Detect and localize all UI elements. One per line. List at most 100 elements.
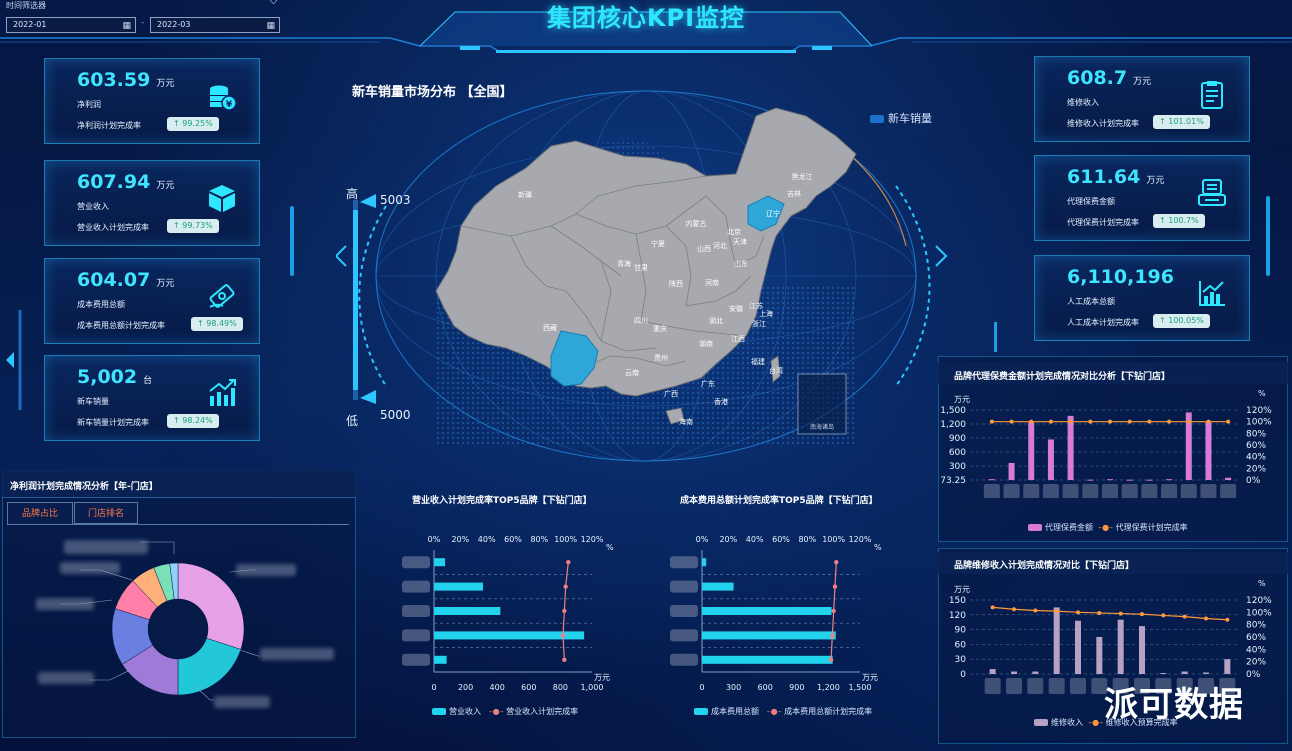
legend-line-icon: –●–	[1098, 523, 1114, 532]
bar	[1087, 479, 1094, 481]
kpi-unit: 万元	[1146, 176, 1165, 186]
rate-point	[834, 560, 839, 565]
insurance-title: 品牌代理保费金额计划完成情况对比分析【下钻门店】	[954, 372, 1171, 382]
kpi-value: 6,110,196	[1067, 266, 1174, 288]
top-axis-unit: %	[874, 543, 882, 552]
redacted-label	[214, 696, 270, 708]
bar	[1008, 462, 1015, 480]
legend-line-icon: –●–	[1088, 718, 1104, 727]
kpi-card-revenue[interactable]: 607.94 万元 营业收入 营业收入计划完成率 ↑ 99.73%	[44, 160, 260, 246]
kpi-card-net-profit[interactable]: 603.59 万元 净利润 净利润计划完成率 ↑ 99.25% ¥	[44, 58, 260, 144]
x-axis-tick: 300	[726, 683, 741, 692]
revenue-top5-chart[interactable]: 0% 20% 40% 60% 80% 100% 120%% 0 200 400 600 800 1,00…	[400, 528, 640, 700]
redacted-x-label	[1121, 484, 1138, 498]
tab-brand-share[interactable]: 品牌占比	[7, 502, 73, 524]
rate-point	[1140, 612, 1144, 617]
bar	[988, 479, 995, 481]
legend-label: 成本费用总额计划完成率	[784, 707, 873, 716]
y-axis-unit: 万元	[954, 585, 970, 594]
y2-axis-tick: 0%	[1246, 476, 1261, 486]
rate-point	[1012, 607, 1016, 612]
x-axis-tick: 0	[699, 683, 704, 692]
y-axis-tick: 73.25	[940, 476, 966, 486]
kpi-value: 607.94	[77, 171, 151, 193]
legend-label: 营业收入计划完成率	[506, 707, 579, 716]
side-decoration-left	[6, 310, 22, 410]
china-sales-map[interactable]: 南海诸岛 新疆 西藏 青海 甘肃 内蒙古 宁夏 陕西 四川 重庆 云南 贵州 广…	[336, 86, 956, 466]
x-axis-tick: 1,500	[849, 683, 872, 692]
filter-label: 时间筛选器	[6, 1, 46, 10]
y-axis-tick: 1,500	[940, 406, 966, 416]
cost-top5-legend: 成本费用总额 –●– 成本费用总额计划完成率	[694, 706, 872, 717]
svg-text:广东: 广东	[701, 379, 715, 388]
redacted-category-label	[670, 580, 698, 593]
svg-text:陕西: 陕西	[669, 279, 683, 288]
svg-text:吉林: 吉林	[787, 189, 801, 198]
redacted-x-label	[1006, 678, 1022, 694]
redacted-label	[60, 562, 120, 574]
legend-line-icon: –●–	[766, 707, 782, 716]
clipboard-icon	[1201, 81, 1223, 109]
map-scale[interactable]: 高 低 5003 5000	[340, 180, 420, 430]
kpi-card-labor-cost[interactable]: 6,110,196 人工成本总额 人工成本计划完成率 ↑ 100.05%	[1034, 255, 1250, 341]
chevron-right-icon[interactable]	[935, 245, 948, 267]
bar	[1096, 637, 1103, 674]
y2-axis-tick: 60%	[1246, 441, 1266, 451]
svg-text:云南: 云南	[625, 368, 639, 377]
chart-up-icon	[1199, 281, 1225, 306]
redacted-label	[38, 672, 94, 684]
kpi-value: 5,002	[77, 366, 138, 388]
date-end-input[interactable]: 2022-03 ▦	[150, 17, 280, 33]
insurance-chart[interactable]: 万元% 73.25 300 600 900 1,200 1,500 0% 20%40% 60% 80…	[940, 388, 1286, 498]
rate-point	[828, 657, 834, 662]
y2-axis-tick: 100%	[1246, 418, 1272, 428]
bar	[1126, 479, 1133, 481]
kpi-card-new-car-sales[interactable]: 5,002 台 新车销量 新车销量计划完成率 ↑ 98.24%	[44, 355, 260, 441]
bar	[434, 655, 447, 664]
y2-axis-tick: 40%	[1246, 645, 1266, 655]
insurance-legend: 代理保费金额 –●– 代理保费计划完成率	[1028, 522, 1188, 533]
bar	[434, 582, 483, 591]
kpi-rate-badge: ↑ 98.24%	[167, 414, 219, 428]
date-start-input[interactable]: 2022-01 ▦	[6, 17, 136, 33]
svg-text:宁夏: 宁夏	[651, 239, 665, 248]
bar	[702, 655, 833, 664]
filter-toggle-icon[interactable]: ◇	[270, 0, 277, 6]
side-bar-right	[1266, 196, 1270, 276]
kpi-unit: 万元	[156, 181, 175, 191]
rate-point	[1127, 419, 1132, 424]
bar	[1203, 672, 1209, 674]
y-axis-tick: 1,200	[940, 420, 966, 430]
net-profit-donut[interactable]	[20, 530, 350, 730]
bar	[1032, 671, 1039, 674]
svg-text:广西: 广西	[664, 389, 678, 398]
calendar-icon[interactable]: ▦	[122, 19, 131, 33]
svg-text:海南: 海南	[679, 417, 693, 426]
calendar-icon[interactable]: ▦	[266, 19, 275, 33]
top-axis-tick: 100%	[822, 535, 845, 544]
bar	[434, 607, 501, 615]
kpi-card-insurance[interactable]: 611.64 万元 代理保费金额 代理保费计划完成率 ↑ 100.7%	[1034, 155, 1250, 241]
top-axis-tick: 20%	[451, 535, 469, 544]
cost-top5-chart[interactable]: 0% 20% 40% 60% 80% 100% 120%% 0 300 600 900 1,200 1,…	[668, 528, 908, 700]
kpi-name: 成本费用总额	[77, 300, 125, 309]
legend-line-icon: –●–	[488, 707, 504, 716]
money-icon	[209, 284, 235, 308]
rate-point	[1009, 419, 1014, 424]
rate-point	[1186, 419, 1191, 424]
kpi-unit: 台	[143, 376, 153, 386]
bar	[1107, 479, 1113, 481]
svg-text:西藏: 西藏	[543, 323, 557, 332]
kpi-card-repair-revenue[interactable]: 608.7 万元 维修收入 维修收入计划完成率 ↑ 101.01%	[1034, 56, 1250, 142]
bar	[1181, 671, 1188, 674]
scale-handle-top[interactable]	[360, 194, 376, 208]
svg-text:台湾: 台湾	[769, 366, 783, 375]
kpi-unit: 万元	[156, 279, 175, 289]
kpi-card-cost[interactable]: 604.07 万元 成本费用总额 成本费用总额计划完成率 ↑ 98.49%	[44, 258, 260, 344]
scale-handle-bottom[interactable]	[360, 390, 376, 404]
y-axis-tick: 120	[949, 611, 966, 621]
x-axis-unit: 万元	[594, 673, 610, 682]
tab-store-ranking[interactable]: 门店排名	[74, 502, 138, 524]
side-bar-right-small	[994, 322, 997, 352]
bar	[1205, 422, 1212, 480]
